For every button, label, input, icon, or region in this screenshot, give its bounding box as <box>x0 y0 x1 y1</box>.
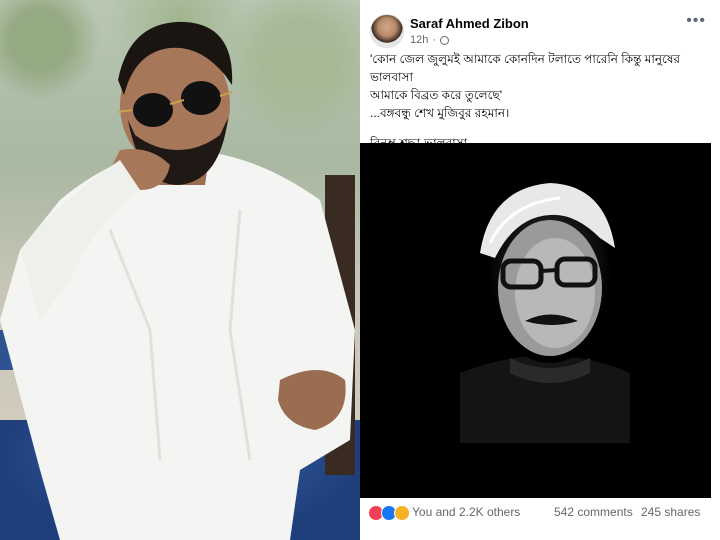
author-name[interactable]: Saraf Ahmed Zibon <box>410 16 529 31</box>
attribution: ...বঙ্গবন্ধু শেখ মুজিবুর রহমান। <box>370 106 510 120</box>
portrait-illustration <box>360 143 711 498</box>
man-in-white-outfit-illustration <box>0 21 355 540</box>
post-meta: 12h · <box>410 34 450 46</box>
more-horizontal-icon[interactable]: ••• <box>686 12 706 30</box>
reactions-count[interactable]: You and 2.2K others <box>412 505 520 519</box>
person-photo <box>0 0 360 540</box>
shares-count[interactable]: 245 shares <box>641 505 700 519</box>
globe-icon <box>440 35 450 45</box>
post-text: 'কোন জেল জুলুমই আমাকে কোনদিন টলাতে পারেন… <box>370 50 710 152</box>
author-avatar[interactable] <box>370 14 404 48</box>
care-icon <box>394 505 410 521</box>
post-timestamp[interactable]: 12h <box>410 34 428 46</box>
comments-count[interactable]: 542 comments <box>554 505 633 519</box>
quote-line-1: 'কোন জেল জুলুমই আমাকে কোনদিন টলাতে পারেন… <box>370 52 681 84</box>
quote-line-2: আমাকে বিব্রত করে তুলেছে' <box>370 88 502 102</box>
reaction-icons[interactable] <box>368 505 410 521</box>
post-footer: You and 2.2K others 542 comments 245 sha… <box>360 500 720 524</box>
post-image[interactable] <box>360 143 711 498</box>
facebook-post: Saraf Ahmed Zibon 12h · ••• 'কোন জেল জুল… <box>360 0 720 540</box>
